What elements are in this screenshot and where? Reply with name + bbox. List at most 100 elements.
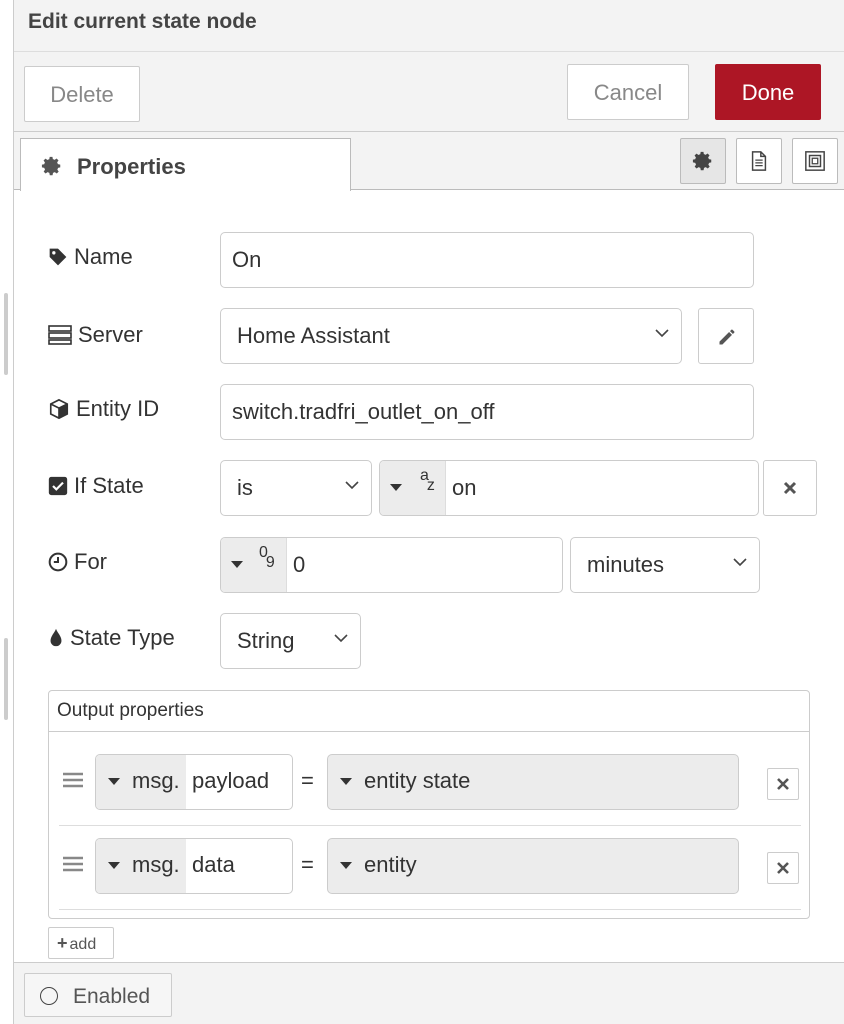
droplet-icon <box>50 628 62 647</box>
equals-sign: = <box>301 768 314 793</box>
for-label: For <box>48 549 107 575</box>
caret-down-icon <box>231 561 243 568</box>
node-description-tab-button[interactable] <box>736 138 782 184</box>
entity-id-label: Entity ID <box>48 396 159 422</box>
clock-icon <box>48 552 68 572</box>
chevron-down-icon <box>334 634 348 643</box>
tray-resize-rail[interactable] <box>0 0 14 1024</box>
equals-sign: = <box>301 852 314 877</box>
drag-handle-icon[interactable] <box>63 856 83 872</box>
remove-property-button[interactable] <box>767 852 799 884</box>
enabled-label: Enabled <box>73 985 151 1008</box>
output-target-prefix: msg. <box>132 768 180 793</box>
circle-icon <box>40 987 58 1005</box>
output-property-row: msg. payload = entity state <box>59 742 801 826</box>
resize-grip[interactable] <box>4 638 8 720</box>
add-property-button[interactable]: + add <box>48 927 114 959</box>
clear-if-state-button[interactable] <box>763 460 817 516</box>
chevron-down-icon <box>655 329 669 338</box>
if-state-operator-select[interactable]: is <box>220 460 372 516</box>
enabled-toggle-button[interactable]: Enabled <box>24 973 172 1017</box>
name-label-text: Name <box>74 244 133 269</box>
gear-icon <box>41 156 61 176</box>
checkbox-checked-icon <box>48 476 68 496</box>
state-type-select[interactable]: String <box>220 613 361 669</box>
output-target-property: data <box>192 852 235 877</box>
name-label: Name <box>48 244 133 270</box>
output-properties-title: Output properties <box>49 691 809 732</box>
server-select[interactable]: Home Assistant <box>220 308 682 364</box>
if-state-typed-input[interactable]: az on <box>379 460 759 516</box>
add-label: add <box>69 936 97 953</box>
output-target-type-button[interactable]: msg. <box>96 755 186 809</box>
type-glyph-bottom: z <box>426 477 435 494</box>
tray-footer: Enabled <box>14 962 844 1024</box>
if-state-type-button[interactable]: az <box>380 461 446 515</box>
output-source-select[interactable]: entity <box>327 838 739 894</box>
close-icon <box>777 862 789 874</box>
caret-down-icon <box>108 778 120 785</box>
document-icon <box>751 151 767 171</box>
output-target-prefix: msg. <box>132 852 180 877</box>
for-label-text: For <box>74 549 107 574</box>
tray-header: Edit current state node <box>14 0 844 52</box>
tray-toolbar: Delete Cancel Done <box>14 52 844 132</box>
caret-down-icon <box>340 862 352 869</box>
edit-node-tray: Edit current state node Delete Cancel Do… <box>0 0 844 1024</box>
output-target-field[interactable]: msg. data <box>95 838 293 894</box>
entity-id-label-text: Entity ID <box>76 396 160 421</box>
number-type-icon: 09 <box>259 544 277 571</box>
output-source-value: entity <box>364 852 417 877</box>
output-property-row: msg. data = entity <box>59 826 801 910</box>
output-source-select[interactable]: entity state <box>327 754 739 810</box>
plus-icon: + <box>57 933 68 953</box>
chevron-down-icon <box>733 558 747 567</box>
drag-handle-icon[interactable] <box>63 772 83 788</box>
server-label: Server <box>48 322 143 348</box>
tag-icon <box>49 248 67 266</box>
remove-property-button[interactable] <box>767 768 799 800</box>
type-glyph-bottom: 9 <box>265 554 275 571</box>
entity-id-input[interactable]: switch.tradfri_outlet_on_off <box>220 384 754 440</box>
output-target-type-button[interactable]: msg. <box>96 839 186 893</box>
cancel-button[interactable]: Cancel <box>567 64 689 120</box>
for-unit-select[interactable]: minutes <box>570 537 760 593</box>
if-state-label: If State <box>48 473 144 499</box>
name-input[interactable]: On <box>220 232 754 288</box>
output-target-property: payload <box>192 768 270 793</box>
state-type-value: String <box>237 628 295 653</box>
caret-down-icon <box>340 778 352 785</box>
node-properties-tab-button[interactable] <box>680 138 726 184</box>
for-type-button[interactable]: 09 <box>221 538 287 592</box>
node-appearance-tab-button[interactable] <box>792 138 838 184</box>
properties-form: Name On Server Home Assistant Entity ID … <box>14 191 844 961</box>
for-typed-input[interactable]: 09 0 <box>220 537 563 593</box>
gear-icon <box>692 151 712 171</box>
close-icon <box>777 778 789 790</box>
output-target-field[interactable]: msg. payload <box>95 754 293 810</box>
cube-icon <box>49 398 69 420</box>
if-state-operator-value: is <box>237 475 253 500</box>
state-type-label: State Type <box>48 625 175 651</box>
output-properties-panel: Output properties msg. payload = entity … <box>48 690 810 919</box>
resize-grip[interactable] <box>4 293 8 375</box>
dialog-title: Edit current state node <box>28 10 257 33</box>
close-icon <box>783 481 797 495</box>
if-state-value: on <box>452 475 477 500</box>
window-icon <box>805 151 825 171</box>
output-source-value: entity state <box>364 768 471 793</box>
done-button[interactable]: Done <box>715 64 821 120</box>
chevron-down-icon <box>345 481 359 490</box>
if-state-label-text: If State <box>74 473 144 498</box>
server-icon <box>48 325 72 345</box>
caret-down-icon <box>108 862 120 869</box>
string-type-icon: az <box>420 467 437 494</box>
tab-properties-label: Properties <box>77 154 186 179</box>
for-value: 0 <box>293 552 306 577</box>
pencil-icon <box>719 329 735 345</box>
caret-down-icon <box>390 484 402 491</box>
delete-button[interactable]: Delete <box>24 66 140 122</box>
tab-properties[interactable]: Properties <box>20 138 351 191</box>
edit-server-button[interactable] <box>698 308 754 364</box>
for-unit-value: minutes <box>587 552 665 577</box>
